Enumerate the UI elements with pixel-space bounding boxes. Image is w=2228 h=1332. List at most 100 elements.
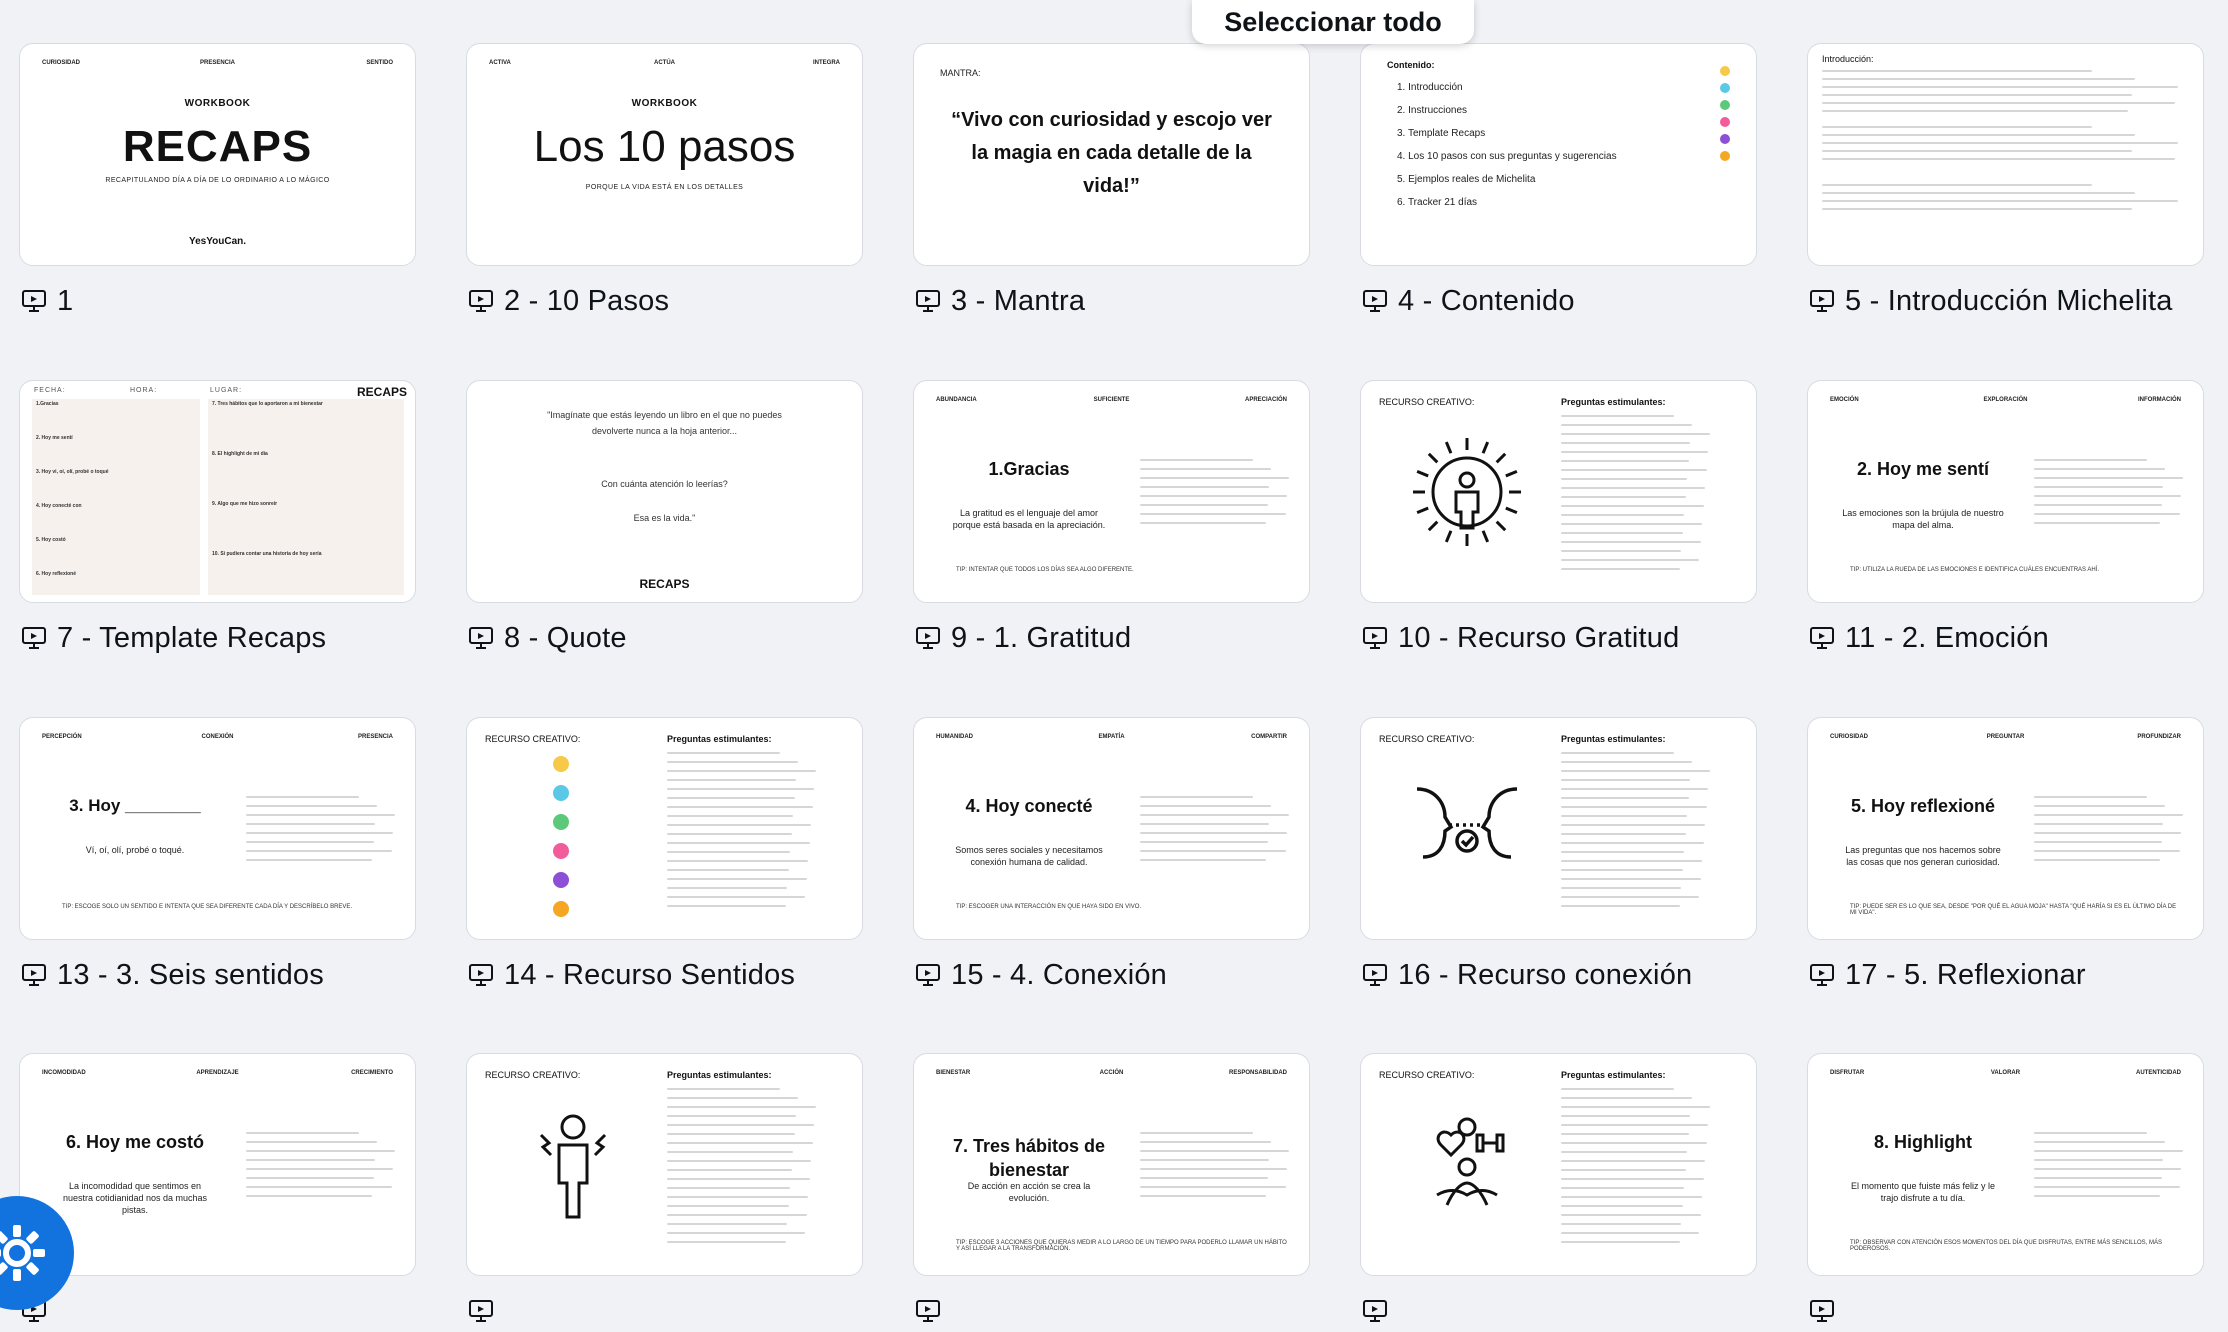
text-line: [1140, 468, 1271, 470]
sense-dot: [553, 872, 569, 888]
text-line: [1561, 1214, 1701, 1216]
template-row: 2. Hoy me sentí: [36, 435, 73, 441]
slide-thumbnail[interactable]: PERCEPCIÓN CONEXIÓN PRESENCIA 3. Hoy ______…: [19, 717, 416, 940]
slide-label[interactable]: 2 - 10 Pasos: [468, 283, 669, 319]
text-line: [1140, 1195, 1266, 1197]
slide-label[interactable]: 9 - 1. Gratitud: [915, 620, 1131, 656]
slide-title: 9 - 1. Gratitud: [951, 621, 1132, 654]
slide-thumbnail[interactable]: FECHA: HORA: LUGAR: RECAPS 1.Gracias 2. Hoy m…: [19, 380, 416, 603]
slide-label[interactable]: 8 - Quote: [468, 620, 627, 656]
slide-label[interactable]: 11 - 2. Emoción: [1809, 620, 2049, 656]
text-line: [1561, 1241, 1680, 1243]
thumb-fecha: FECHA:: [34, 387, 66, 394]
contents-item: 6. Tracker 21 días: [1397, 197, 1478, 208]
slide-thumbnail[interactable]: Introducción:: [1807, 43, 2204, 266]
text-line: [1140, 823, 1269, 825]
text-line: [1561, 788, 1708, 790]
thumb-title: Los 10 pasos: [533, 122, 796, 171]
slide-label[interactable]: 14 - Recurso Sentidos: [468, 957, 795, 993]
slide-thumbnail[interactable]: RECURSO CREATIVO: Preguntas estimulantes:: [1360, 717, 1757, 940]
slide-title: 16 - Recurso conexión: [1398, 958, 1693, 991]
slide-thumbnail[interactable]: RECURSO CREATIVO: Preguntas estimulantes:: [1360, 1053, 1757, 1276]
slide-thumbnail[interactable]: RECURSO CREATIVO: Preguntas estimulantes:: [1360, 380, 1757, 603]
slide-thumbnail[interactable]: Contenido: 1. Introducción 2. Instruccione…: [1360, 43, 1757, 266]
slide-label[interactable]: 7 - Template Recaps: [21, 620, 326, 656]
thumb-label: MANTRA:: [940, 68, 981, 78]
slide-thumbnail[interactable]: CURIOSIDAD PREGUNTAR PROFUNDIZAR 5. Hoy ref…: [1807, 717, 2204, 940]
text-line: [1822, 192, 2136, 194]
text-line: [667, 842, 810, 844]
text-line: [2034, 814, 2183, 816]
text-line: [2034, 477, 2183, 479]
select-all-button[interactable]: Seleccionar todo: [1192, 0, 1474, 44]
slide-thumbnail[interactable]: INCOMODIDAD APRENDIZAJE CRECIMIENTO 6. Hoy …: [19, 1053, 416, 1276]
slide-label[interactable]: 10 - Recurso Gratitud: [1362, 620, 1679, 656]
text-line: [1561, 878, 1701, 880]
slide-title: 13 - 3. Seis sentidos: [57, 958, 324, 991]
text-line: [1561, 433, 1710, 435]
slide-thumbnail[interactable]: ABUNDANCIA SUFICIENTE APRECIACIÓN 1.Gracias…: [913, 380, 1310, 603]
text-line: [1561, 842, 1704, 844]
slide-thumbnail[interactable]: HUMANIDAD EMPATÍA COMPARTIR 4. Hoy conecté S…: [913, 717, 1310, 940]
slide-thumbnail[interactable]: EMOCIÓN EXPLORACIÓN INFORMACIÓN 2. Hoy me s…: [1807, 380, 2204, 603]
text-line: [1561, 478, 1687, 480]
slide-thumbnail[interactable]: MANTRA: “Vivo con curiosidad y escojo ver…: [913, 43, 1310, 266]
text-line: [1561, 460, 1689, 462]
slide-title: 5 - Introducción Michelita: [1845, 284, 2173, 317]
presentation-icon: [1809, 962, 1835, 988]
slide-thumbnail[interactable]: "Imagínate que estás leyendo un libro en…: [466, 380, 863, 603]
text-line: [1561, 761, 1692, 763]
text-line: [1561, 833, 1686, 835]
slide-label[interactable]: 3 - Mantra: [915, 283, 1085, 319]
text-line: [1561, 770, 1710, 772]
text-line: [1561, 523, 1702, 525]
slide-label[interactable]: 1: [21, 283, 73, 319]
slide-thumbnail[interactable]: ACTIVA ACTÚA INTEGRA WORKBOOK Los 10 pasos PO…: [466, 43, 863, 266]
slide-label[interactable]: [1809, 1293, 1845, 1329]
text-line: [667, 869, 789, 871]
text-line: [1822, 200, 2179, 202]
text-line: [1561, 1178, 1704, 1180]
thumb-header-mid: EMPATÍA: [1098, 734, 1125, 740]
slide-label[interactable]: 5 - Introducción Michelita: [1809, 283, 2173, 319]
slide-thumbnail[interactable]: BIENESTAR ACCIÓN RESPONSABILIDAD 7. Tres há…: [913, 1053, 1310, 1276]
faces-icon: [1397, 764, 1537, 894]
slide-label[interactable]: [915, 1293, 951, 1329]
slide-thumbnail[interactable]: CURIOSIDAD PRESENCIA SENTIDO WORKBOOK RECAPS…: [19, 43, 416, 266]
text-line: [1561, 469, 1707, 471]
slide-label[interactable]: [468, 1293, 504, 1329]
thumb-title: 6. Hoy me costó: [65, 1132, 205, 1152]
slide-thumbnail[interactable]: RECURSO CREATIVO: Preguntas estimulantes:: [466, 1053, 863, 1276]
slide-label[interactable]: 17 - 5. Reflexionar: [1809, 957, 2086, 993]
text-line: [1561, 1124, 1708, 1126]
text-line: [1561, 1232, 1699, 1234]
slide-label[interactable]: 13 - 3. Seis sentidos: [21, 957, 324, 993]
thumb-quote: "Imagínate que estás leyendo un libro en…: [547, 410, 782, 436]
slide-label[interactable]: 16 - Recurso conexión: [1362, 957, 1692, 993]
text-line: [2034, 841, 2162, 843]
slide-label[interactable]: 15 - 4. Conexión: [915, 957, 1167, 993]
text-line: [246, 814, 395, 816]
text-line: [667, 905, 786, 907]
text-line: [1822, 158, 2175, 160]
slide-title: 8 - Quote: [504, 621, 627, 654]
sense-dot: [553, 901, 569, 917]
slide-thumbnail[interactable]: RECURSO CREATIVO: Preguntas estimulantes:: [466, 717, 863, 940]
text-line: [667, 1241, 786, 1243]
text-line: [667, 1151, 793, 1153]
sense-dot: [553, 785, 569, 801]
presentation-icon: [1809, 1298, 1835, 1324]
thumb-header-mid: CONEXIÓN: [201, 734, 234, 740]
text-line: [667, 860, 808, 862]
text-line: [1561, 559, 1699, 561]
text-line: [1561, 514, 1684, 516]
thumb-label: Contenido:: [1387, 60, 1435, 70]
text-line: [246, 850, 392, 852]
text-line: [1561, 1205, 1683, 1207]
slide-thumbnail[interactable]: DISFRUTAR VALORAR AUTENTICIDAD 8. Highlight…: [1807, 1053, 2204, 1276]
thumb-title: 4. Hoy conecté: [965, 796, 1093, 816]
slide-label[interactable]: 4 - Contenido: [1362, 283, 1575, 319]
slide-label[interactable]: [1362, 1293, 1398, 1329]
text-line: [2034, 495, 2181, 497]
text-line: [1140, 1186, 1286, 1188]
